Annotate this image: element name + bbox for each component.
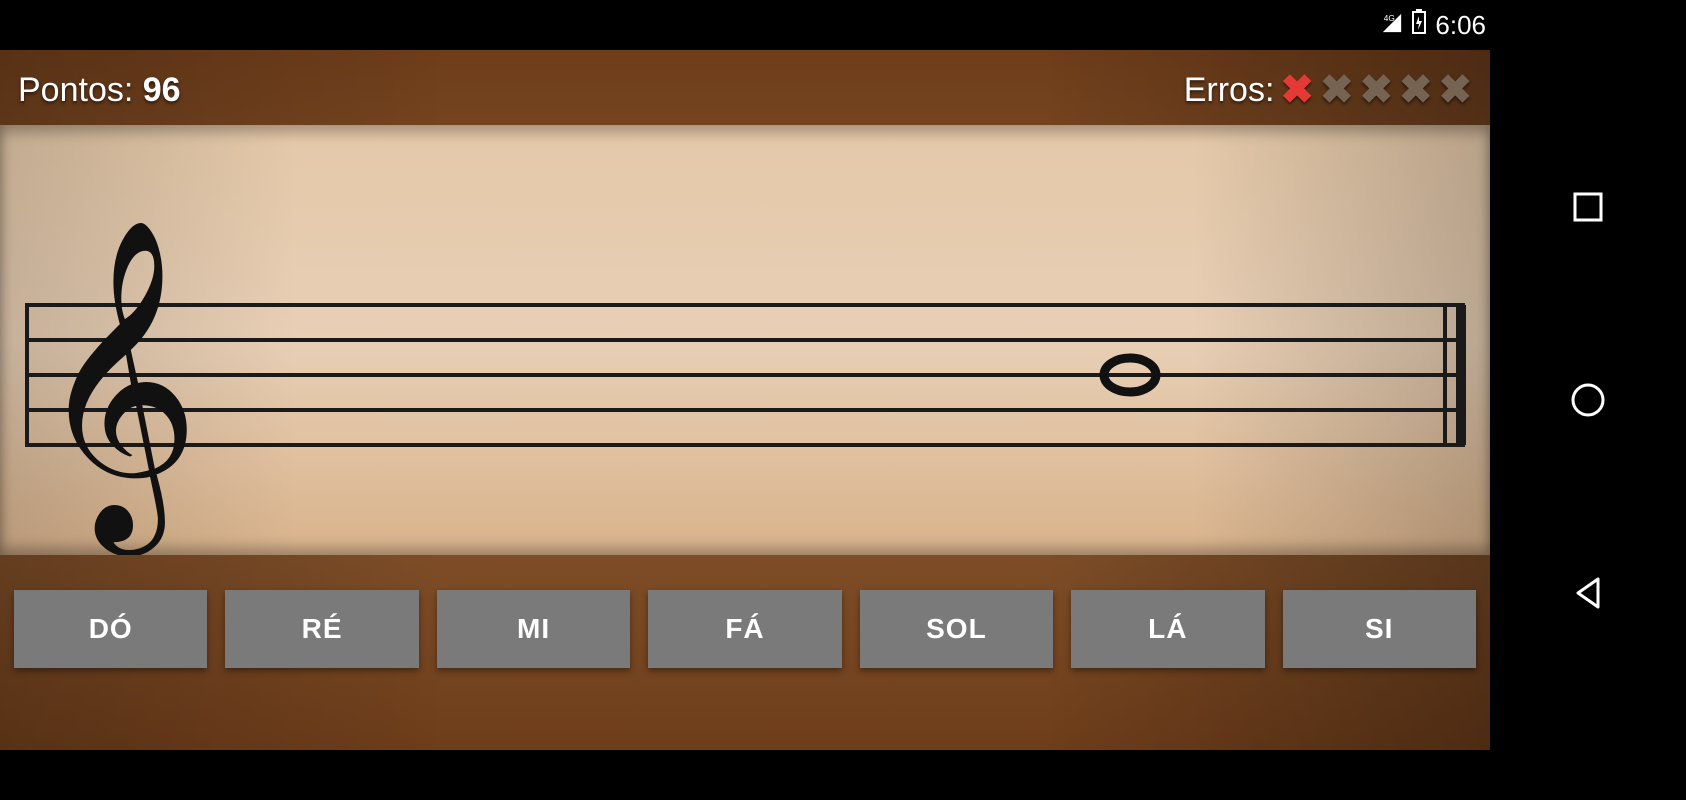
android-nav-bar [1490,50,1686,750]
error-cross-icon: ✖ [1438,70,1472,110]
note-button-label: RÉ [302,613,343,645]
note-button-label: DÓ [89,613,133,645]
music-staff: 𝄞 [20,125,1470,555]
error-cross-icon: ✖ [1280,70,1314,110]
clock-text: 6:06 [1435,10,1486,41]
points-block: Pontos: 96 [18,71,181,110]
game-area: Pontos: 96 Erros: ✖ ✖ ✖ ✖ ✖ [0,50,1490,750]
note-button-label: SI [1365,613,1393,645]
points-label: Pontos: [18,71,143,109]
note-button-label: MI [517,613,550,645]
note-button-fa[interactable]: FÁ [648,590,841,668]
home-button[interactable] [1568,380,1608,420]
battery-charging-icon [1411,9,1427,42]
android-status-bar: 4G 6:06 [0,0,1686,50]
recent-apps-button[interactable] [1568,187,1608,227]
note-button-re[interactable]: RÉ [225,590,418,668]
note-buttons-row: DÓ RÉ MI FÁ SOL LÁ SI [0,590,1490,668]
staff-panel: 𝄞 [0,125,1490,555]
errors-block: Erros: ✖ ✖ ✖ ✖ ✖ [1184,70,1472,110]
note-button-si[interactable]: SI [1283,590,1476,668]
score-header: Pontos: 96 Erros: ✖ ✖ ✖ ✖ ✖ [0,70,1490,110]
back-button[interactable] [1568,573,1608,613]
error-cross-icon: ✖ [1399,70,1433,110]
treble-clef-icon: 𝄞 [35,221,200,555]
error-cross-icon: ✖ [1359,70,1393,110]
note-button-sol[interactable]: SOL [860,590,1053,668]
note-button-label: FÁ [725,613,764,645]
note-button-label: SOL [926,613,987,645]
errors-label: Erros: [1184,71,1275,110]
note-button-do[interactable]: DÓ [14,590,207,668]
signal-icon: 4G [1381,10,1403,41]
points-value: 96 [143,71,181,109]
note-button-label: LÁ [1148,613,1187,645]
error-cross-icon: ✖ [1320,70,1354,110]
note-button-mi[interactable]: MI [437,590,630,668]
svg-text:4G: 4G [1384,14,1395,23]
note-button-la[interactable]: LÁ [1071,590,1264,668]
